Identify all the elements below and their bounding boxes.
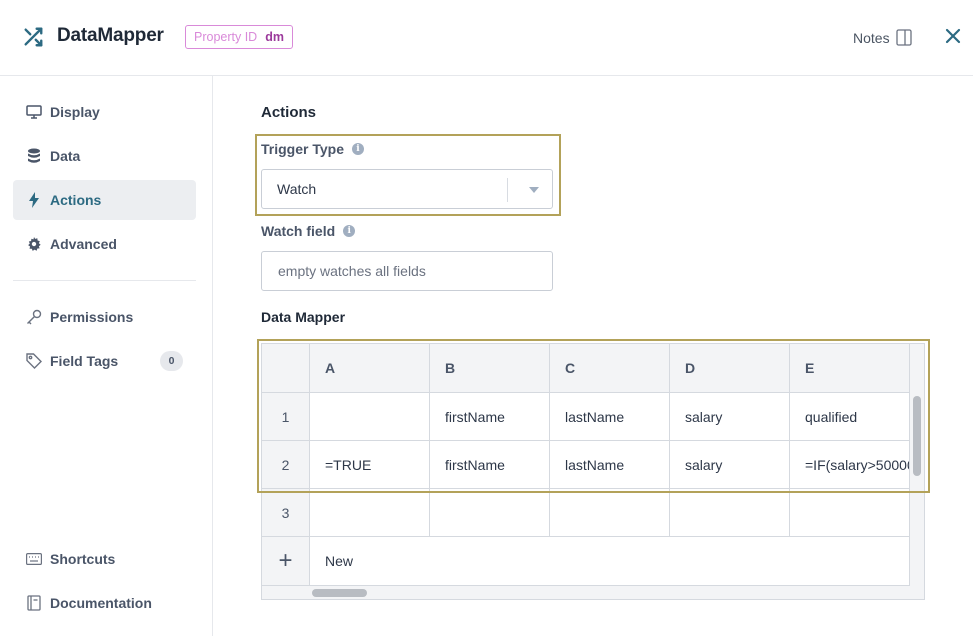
close-icon[interactable] bbox=[945, 28, 961, 44]
field-tags-count-badge: 0 bbox=[160, 351, 183, 371]
sidebar-item-label: Display bbox=[50, 104, 100, 120]
grid-cell[interactable] bbox=[430, 489, 550, 537]
chevron-down-icon[interactable] bbox=[529, 187, 539, 193]
horizontal-scroll-thumb[interactable] bbox=[312, 589, 367, 597]
add-row-button[interactable]: + bbox=[262, 537, 310, 586]
info-icon[interactable]: i bbox=[351, 143, 364, 155]
plus-icon: + bbox=[278, 547, 293, 574]
sidebar-item-label: Field Tags bbox=[50, 353, 119, 369]
section-title: Actions bbox=[261, 104, 317, 121]
notes-button-label[interactable]: Notes bbox=[853, 30, 890, 46]
data-mapper-label: Data Mapper bbox=[261, 309, 346, 325]
trigger-type-value: Watch bbox=[277, 181, 317, 197]
sidebar-item-data[interactable]: Data bbox=[13, 136, 196, 176]
info-icon[interactable]: i bbox=[343, 225, 356, 237]
property-id-badge[interactable]: Property ID dm bbox=[185, 25, 293, 49]
sidebar-item-permissions[interactable]: Permissions bbox=[13, 297, 196, 337]
monitor-icon bbox=[26, 104, 42, 120]
data-mapper-highlight bbox=[257, 339, 930, 493]
sidebar-item-label: Shortcuts bbox=[50, 551, 116, 567]
watch-field-label-text: Watch field bbox=[261, 223, 336, 239]
sidebar-item-label: Data bbox=[50, 148, 81, 164]
sidebar-item-label: Advanced bbox=[50, 236, 117, 252]
trigger-type-label-text: Trigger Type bbox=[261, 141, 344, 157]
page-title: DataMapper bbox=[57, 25, 164, 46]
sidebar-item-field-tags[interactable]: Field Tags 0 bbox=[13, 341, 196, 381]
sidebar-panel-icon[interactable] bbox=[896, 29, 912, 46]
watch-field-label: Watch field i bbox=[261, 223, 356, 239]
shuffle-icon bbox=[24, 27, 43, 47]
property-id-label: Property ID bbox=[194, 30, 258, 44]
grid-cell[interactable] bbox=[550, 489, 670, 537]
sidebar-item-advanced[interactable]: Advanced bbox=[13, 224, 196, 264]
database-icon bbox=[26, 148, 42, 164]
gear-icon bbox=[26, 236, 42, 252]
new-row-cell[interactable]: New bbox=[310, 537, 910, 586]
sidebar-item-actions[interactable]: Actions bbox=[13, 180, 196, 220]
trigger-type-label: Trigger Type i bbox=[261, 141, 364, 157]
grid-cell[interactable] bbox=[790, 489, 910, 537]
book-icon bbox=[26, 595, 42, 611]
key-icon bbox=[26, 309, 42, 325]
grid-cell[interactable] bbox=[310, 489, 430, 537]
sidebar-item-display[interactable]: Display bbox=[13, 92, 196, 132]
header: DataMapper Property ID dm Notes bbox=[0, 0, 973, 76]
property-id-value: dm bbox=[265, 30, 284, 44]
grid-cell[interactable] bbox=[670, 489, 790, 537]
lightning-icon bbox=[26, 192, 42, 208]
select-separator bbox=[507, 178, 508, 202]
watch-field-input[interactable] bbox=[261, 251, 553, 291]
sidebar-item-documentation[interactable]: Documentation bbox=[13, 583, 196, 623]
sidebar-item-label: Documentation bbox=[50, 595, 152, 611]
trigger-type-select[interactable]: Watch bbox=[261, 169, 553, 209]
sidebar: Display Data Actions Advanced Permission… bbox=[0, 76, 213, 636]
row-header-3[interactable]: 3 bbox=[262, 489, 310, 537]
sidebar-item-label: Actions bbox=[50, 192, 102, 208]
tag-icon bbox=[26, 353, 42, 369]
sidebar-item-shortcuts[interactable]: Shortcuts bbox=[13, 539, 196, 579]
sidebar-item-label: Permissions bbox=[50, 309, 134, 325]
keyboard-icon bbox=[26, 551, 42, 567]
sidebar-divider bbox=[13, 280, 196, 281]
